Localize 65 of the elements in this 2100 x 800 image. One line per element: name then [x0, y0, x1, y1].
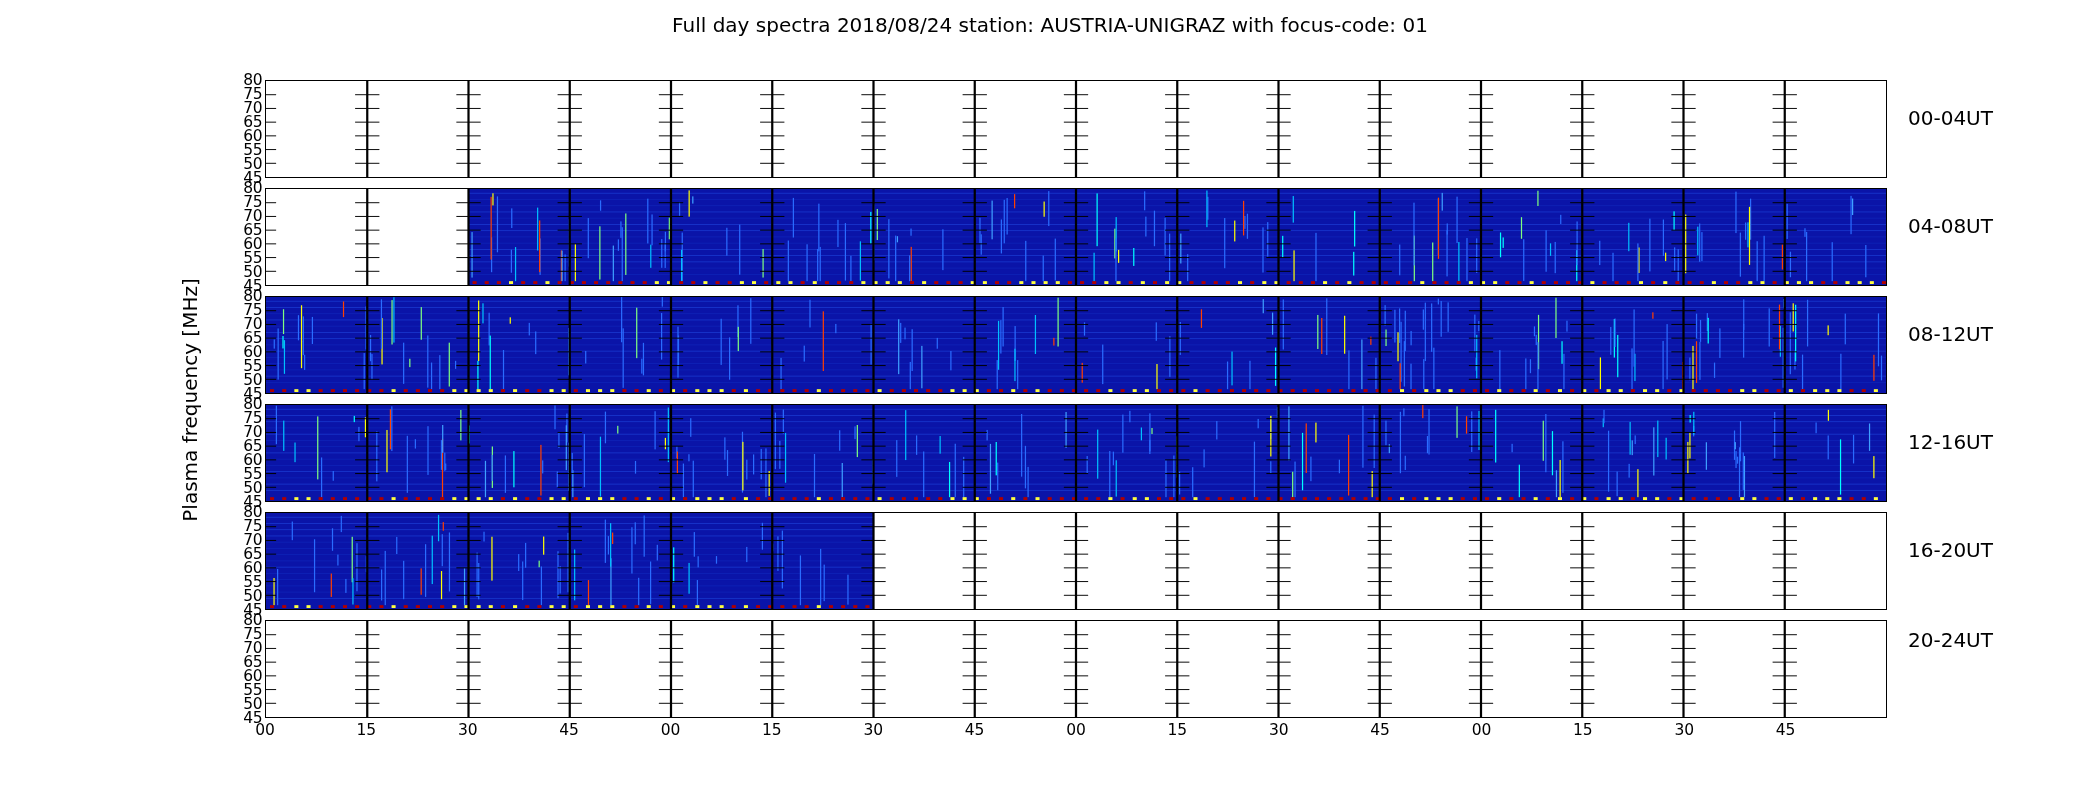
tick-label: 60 — [243, 669, 262, 683]
tick-label: 60 — [243, 453, 262, 467]
tick-label: 50 — [243, 157, 262, 171]
tick-label: 60 — [243, 129, 262, 143]
tick-label: 70 — [243, 641, 262, 655]
panel-label: 12-16UT — [1908, 430, 1993, 454]
axis-label: Plasma frequency [MHz] — [178, 278, 202, 522]
tick-label: 30 — [1674, 721, 1695, 739]
tick-label: 75 — [243, 411, 262, 425]
tick-label: 65 — [243, 223, 262, 237]
tick-label: 00 — [660, 721, 681, 739]
tick-label: 65 — [243, 655, 262, 669]
tick-label: 60 — [243, 345, 262, 359]
tick-label: 45 — [1370, 721, 1390, 739]
figure-title: Full day spectra 2018/08/24 station: AUSTRIA-UNIGRAZ with focus-code: 01 — [671, 12, 1429, 39]
tick-label: 55 — [243, 467, 262, 481]
panel-label: 04-08UT — [1908, 214, 1993, 238]
tick-label: 15 — [1167, 721, 1188, 739]
tick-label: 65 — [243, 331, 262, 345]
tick-label: 60 — [243, 561, 262, 575]
tick-label: 80 — [243, 73, 262, 87]
tick-label: 50 — [243, 589, 262, 603]
tick-label: 65 — [243, 439, 262, 453]
tick-label: 70 — [243, 533, 262, 547]
tick-label: 80 — [243, 289, 262, 303]
tick-label: 70 — [243, 425, 262, 439]
tick-label: 60 — [243, 237, 262, 251]
tick-label: 30 — [1268, 721, 1289, 739]
tick-label: 15 — [356, 721, 377, 739]
tick-label: 80 — [243, 181, 262, 195]
panel-label: 08-12UT — [1908, 322, 1993, 346]
tick-label: 70 — [243, 317, 262, 331]
tick-label: 55 — [243, 251, 262, 265]
tick-label: 50 — [243, 481, 262, 495]
tick-label: 65 — [243, 115, 262, 129]
tick-label: 30 — [863, 721, 884, 739]
tick-label: 00 — [1066, 721, 1086, 739]
tick-label: 75 — [243, 303, 262, 317]
tick-label: 45 — [559, 721, 579, 739]
tick-label: 75 — [243, 195, 262, 209]
tick-label: 55 — [243, 575, 262, 589]
tick-label: 30 — [457, 721, 478, 739]
tick-label: 45 — [1775, 721, 1796, 739]
panel-label: 00-04UT — [1908, 106, 1993, 130]
tick-label: 55 — [243, 359, 262, 373]
tick-label: 75 — [243, 627, 262, 641]
tick-label: 75 — [243, 519, 262, 533]
tick-label: 00 — [1471, 721, 1492, 739]
panel-label: 16-20UT — [1908, 538, 1993, 562]
tick-label: 80 — [243, 505, 262, 519]
tick-label: 55 — [243, 683, 262, 697]
tick-label: 50 — [243, 373, 262, 387]
tick-label: 45 — [964, 721, 985, 739]
tick-label: 70 — [243, 209, 262, 223]
tick-label: 80 — [243, 613, 262, 627]
tick-label: 80 — [243, 397, 262, 411]
tick-label: 75 — [243, 87, 262, 101]
panel-label: 20-24UT — [1908, 628, 1993, 652]
tick-label: 65 — [243, 547, 262, 561]
tick-label: 50 — [243, 697, 262, 711]
tick-label: 55 — [243, 143, 262, 157]
tick-label: 15 — [762, 721, 782, 739]
tick-label: 50 — [243, 265, 262, 279]
tick-label: 70 — [243, 101, 262, 115]
tick-label: 15 — [1573, 721, 1593, 739]
